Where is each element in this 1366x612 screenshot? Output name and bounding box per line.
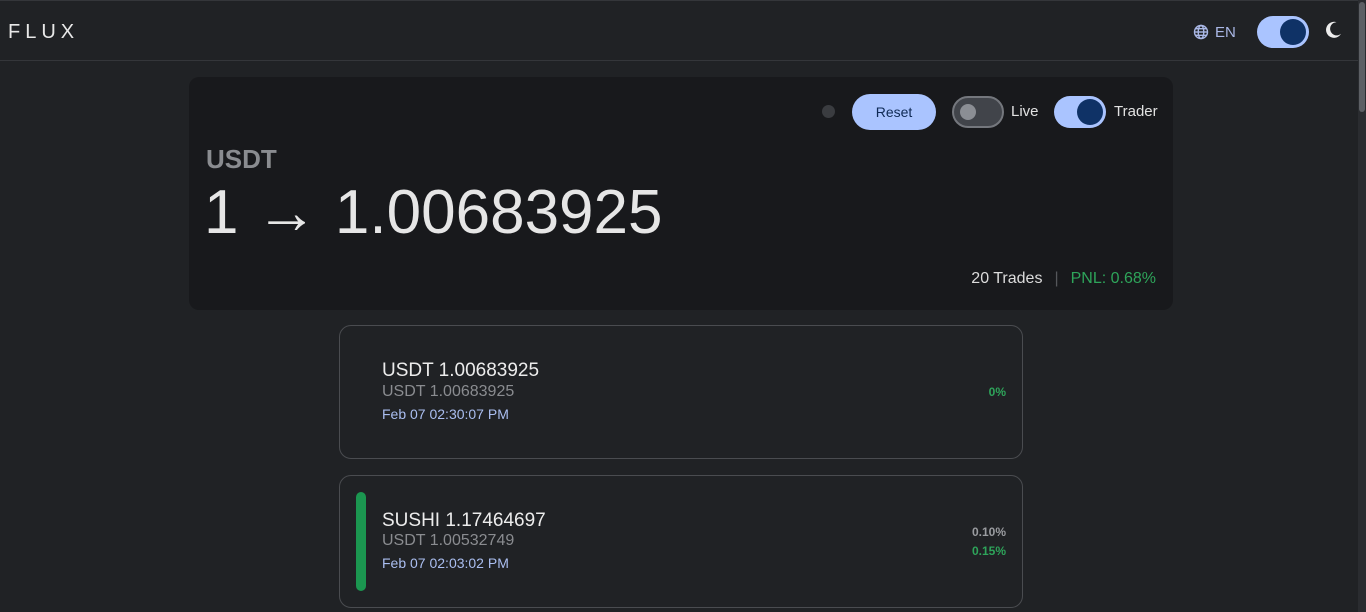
live-label: Live <box>1011 103 1039 120</box>
language-label: EN <box>1215 23 1236 41</box>
stats-separator: | <box>1054 270 1059 287</box>
trade-change: 0.10% <box>971 525 1006 539</box>
trade-change-total: 0.15% <box>971 544 1006 558</box>
theme-toggle[interactable] <box>1257 16 1309 48</box>
trade-count: 20 Trades <box>971 270 1043 287</box>
trade-indicator-bar <box>356 492 366 591</box>
base-currency: USDT <box>206 144 277 174</box>
reset-button[interactable]: Reset <box>852 94 936 130</box>
trade-card[interactable]: USDT 1.00683925 USDT 1.00683925 Feb 07 0… <box>339 325 1023 459</box>
trade-timestamp: Feb 07 02:30:07 PM <box>382 406 509 422</box>
trade-timestamp: Feb 07 02:03:02 PM <box>382 555 509 571</box>
trade-amount: USDT 1.00683925 <box>382 360 540 381</box>
live-toggle[interactable] <box>952 96 1004 128</box>
globe-icon <box>1193 24 1209 40</box>
trader-label: Trader <box>1114 103 1158 120</box>
balance-value: 1 → 1.00683925 <box>204 178 663 247</box>
live-toggle-knob <box>960 104 976 120</box>
trade-usdt-value: USDT 1.00683925 <box>382 383 515 400</box>
trade-change: 0% <box>988 385 1006 399</box>
trader-toggle-knob <box>1077 99 1103 125</box>
trade-card[interactable]: SUSHI 1.17464697 USDT 1.00532749 Feb 07 … <box>339 475 1023 608</box>
trade-stats: 20 Trades | PNL: 0.68% <box>971 270 1156 288</box>
theme-toggle-knob <box>1280 19 1306 45</box>
language-selector[interactable]: EN <box>1193 22 1236 42</box>
trade-usdt-value: USDT 1.00532749 <box>382 532 515 549</box>
app-logo[interactable]: FLUX <box>8 21 79 44</box>
trader-toggle[interactable] <box>1054 96 1106 128</box>
trade-amount: SUSHI 1.17464697 <box>382 510 546 531</box>
pnl-value: PNL: 0.68% <box>1070 270 1156 287</box>
page-scrollbar[interactable] <box>1358 0 1366 612</box>
balance-panel: Reset Live Trader USDT 1 → 1.00683925 20… <box>189 77 1173 310</box>
moon-icon[interactable] <box>1322 19 1344 46</box>
top-bar: FLUX EN <box>0 0 1358 61</box>
connection-status-dot <box>822 105 835 118</box>
scrollbar-thumb[interactable] <box>1359 2 1365 112</box>
